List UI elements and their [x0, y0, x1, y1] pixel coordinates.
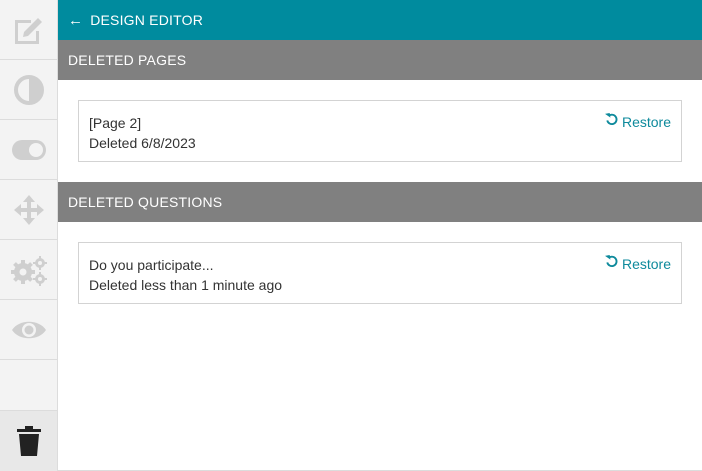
item-name: Do you participate...: [89, 257, 214, 273]
sidebar-edit-button[interactable]: [0, 0, 57, 60]
item-deleted-date: Deleted less than 1 minute ago: [89, 277, 283, 293]
section-title: DELETED QUESTIONS: [68, 194, 223, 210]
deleted-questions-header: DELETED QUESTIONS: [58, 182, 702, 222]
sidebar-settings-button[interactable]: [0, 240, 57, 300]
settings-icon: [9, 254, 49, 286]
sidebar-theme-button[interactable]: [0, 60, 57, 120]
sidebar-preview-button[interactable]: [0, 300, 57, 360]
sidebar-move-button[interactable]: [0, 180, 57, 240]
sidebar-toggle-button[interactable]: [0, 120, 57, 180]
edit-icon: [11, 14, 47, 46]
section-title: DELETED PAGES: [68, 52, 187, 68]
main-panel: ← DESIGN EDITOR DELETED PAGES [Page 2] D…: [58, 0, 702, 471]
back-label: DESIGN EDITOR: [90, 12, 204, 28]
restore-button[interactable]: Restore: [604, 254, 671, 274]
restore-label: Restore: [621, 114, 671, 130]
restore-label: Restore: [621, 256, 671, 272]
deleted-pages-header: DELETED PAGES: [58, 40, 702, 80]
item-deleted-date: Deleted 6/8/2023: [89, 135, 196, 151]
undo-icon: [604, 112, 622, 132]
deleted-question-item: Do you participate... Deleted less than …: [78, 242, 682, 304]
item-name: [Page 2]: [89, 115, 142, 131]
sidebar: [0, 0, 58, 471]
sidebar-trash-button[interactable]: [0, 410, 57, 471]
contrast-icon: [13, 74, 45, 106]
undo-icon: [604, 254, 622, 274]
deleted-page-item: [Page 2] Deleted 6/8/2023 Restore: [78, 100, 682, 162]
trash-icon: [15, 425, 43, 457]
restore-button[interactable]: Restore: [604, 112, 671, 132]
toggle-icon: [11, 138, 47, 162]
back-arrow-icon: ←: [68, 11, 84, 29]
eye-icon: [11, 317, 47, 343]
design-editor-back-link[interactable]: ← DESIGN EDITOR: [58, 0, 702, 40]
move-icon: [13, 194, 45, 226]
